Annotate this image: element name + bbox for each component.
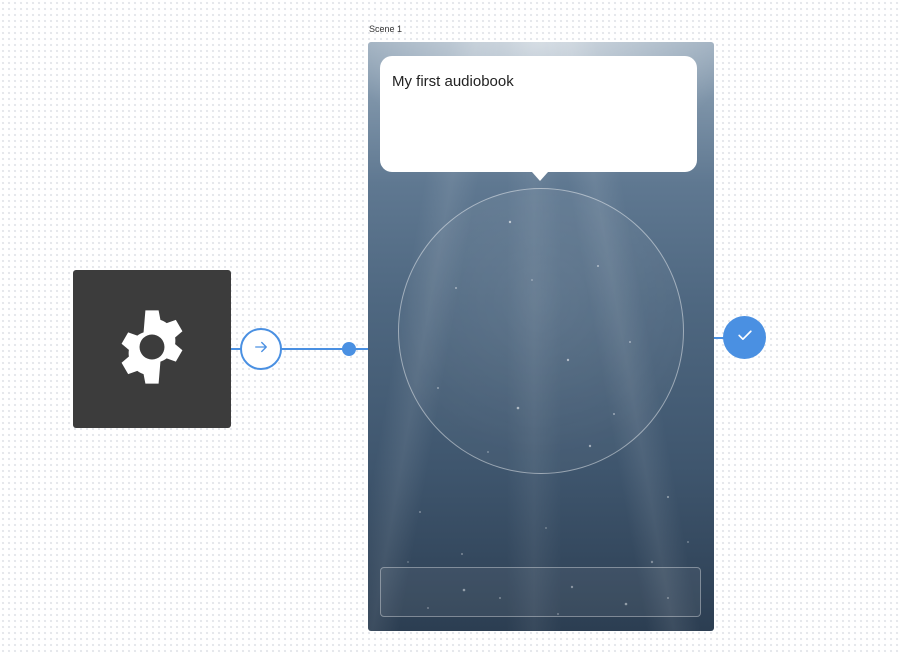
character-circle [398,188,684,474]
scene-title: Scene 1 [369,24,403,34]
connection-endpoint[interactable] [342,342,356,356]
settings-node[interactable] [73,270,231,428]
checkmark-icon [735,325,755,350]
arrow-right-icon [252,338,270,361]
end-node[interactable] [723,316,766,359]
answer-input-area[interactable] [380,567,701,617]
speech-text: My first audiobook [392,73,514,90]
gear-icon [108,303,196,396]
scene-card[interactable]: My first audiobook [368,42,714,631]
speech-bubble[interactable]: My first audiobook [380,56,697,181]
next-arrow-button[interactable] [240,328,282,370]
